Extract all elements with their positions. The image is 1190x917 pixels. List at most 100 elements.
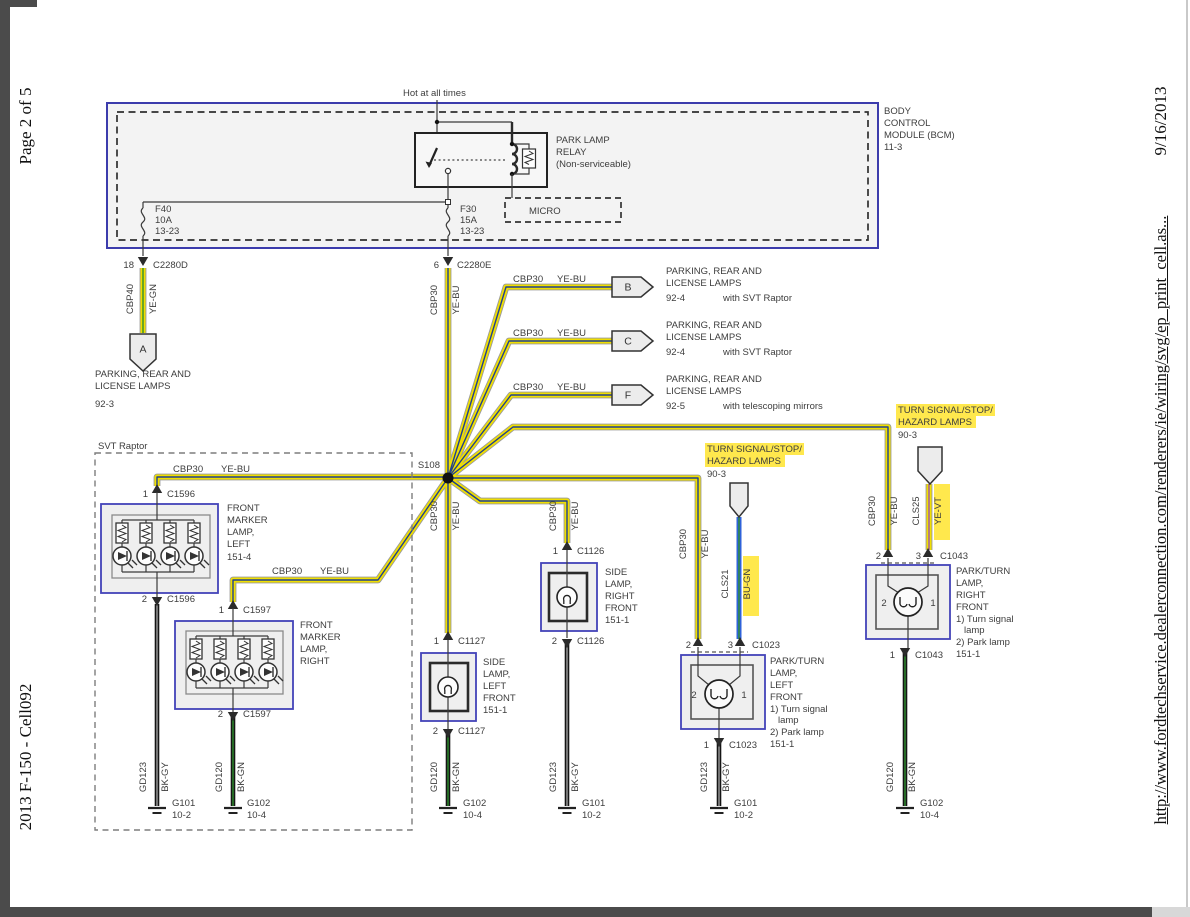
svg-text:FRONT: FRONT xyxy=(227,503,260,514)
svg-text:CBP30: CBP30 xyxy=(678,529,689,559)
svg-text:10-2: 10-2 xyxy=(734,810,753,821)
svg-text:CBP30: CBP30 xyxy=(513,328,543,339)
svg-text:90-3: 90-3 xyxy=(707,469,726,480)
svg-text:GD123: GD123 xyxy=(548,762,559,792)
svg-text:C1126: C1126 xyxy=(577,636,604,647)
svg-text:1: 1 xyxy=(704,740,709,751)
svg-text:GD123: GD123 xyxy=(138,762,149,792)
svg-text:10A: 10A xyxy=(155,215,173,226)
svg-text:10-4: 10-4 xyxy=(920,810,939,821)
svg-text:YE-BU: YE-BU xyxy=(557,274,586,285)
svg-text:SIDE: SIDE xyxy=(605,567,627,578)
wire-label-cls21: CLS21 xyxy=(720,569,731,598)
svg-text:C1597: C1597 xyxy=(243,605,271,616)
svg-text:151-4: 151-4 xyxy=(227,552,251,563)
print-preview-page: Page 2 of 5 2013 F-150 - Cell092 9/16/20… xyxy=(0,0,1190,917)
park-turn-lamp-right-front: 2 3 C1043 2 1 1 C1043 PARK/TURN LAMP, RI… xyxy=(866,548,1014,661)
svg-text:90-3: 90-3 xyxy=(898,430,917,441)
svg-text:2) Park lamp: 2) Park lamp xyxy=(956,637,1010,648)
svg-text:LAMP,: LAMP, xyxy=(605,579,632,590)
svg-text:BK-GN: BK-GN xyxy=(907,762,918,792)
svg-text:CBP30: CBP30 xyxy=(173,464,203,475)
svg-text:HAZARD LAMPS: HAZARD LAMPS xyxy=(707,456,781,467)
svg-text:HAZARD LAMPS: HAZARD LAMPS xyxy=(898,417,972,428)
svg-text:6: 6 xyxy=(434,260,439,271)
svg-text:LICENSE LAMPS: LICENSE LAMPS xyxy=(666,278,742,289)
svg-text:1: 1 xyxy=(434,636,439,647)
svg-text:GD120: GD120 xyxy=(429,762,440,792)
svg-text:FRONT: FRONT xyxy=(770,692,803,703)
svg-text:A: A xyxy=(139,344,146,356)
svg-text:RELAY: RELAY xyxy=(556,147,587,158)
svg-text:YE-BU: YE-BU xyxy=(700,529,711,558)
svg-text:C1127: C1127 xyxy=(458,726,485,737)
svg-text:2: 2 xyxy=(686,640,691,651)
svg-text:2: 2 xyxy=(218,709,223,720)
svg-text:2: 2 xyxy=(691,690,696,701)
svg-text:2: 2 xyxy=(433,726,438,737)
svg-text:YE-BU: YE-BU xyxy=(557,328,586,339)
wire-label-ye-gn: YE-GN xyxy=(148,284,159,314)
front-marker-lamp-left: 1 C1596 2 C1596 FRONT MARKER LAMP, LEFT … xyxy=(101,484,268,606)
svg-text:15A: 15A xyxy=(460,215,478,226)
svg-text:MARKER: MARKER xyxy=(227,515,268,526)
svg-text:CBP30: CBP30 xyxy=(513,382,543,393)
svg-text:C1023: C1023 xyxy=(729,740,757,751)
svg-text:GD120: GD120 xyxy=(214,762,225,792)
svg-text:C1596: C1596 xyxy=(167,594,195,605)
svg-text:PARKING, REAR AND: PARKING, REAR AND xyxy=(95,369,191,380)
svg-text:92-4: 92-4 xyxy=(666,347,685,358)
svg-text:with SVT Raptor: with SVT Raptor xyxy=(722,347,792,358)
svg-text:1: 1 xyxy=(890,650,895,661)
svg-text:151-1: 151-1 xyxy=(956,649,980,660)
front-marker-lamp-right: 1 C1597 2 C1597 FRONT MARKER LAMP, RIGHT xyxy=(175,600,341,721)
svg-text:2: 2 xyxy=(552,636,557,647)
svg-text:YE-BU: YE-BU xyxy=(570,501,581,530)
svg-text:10-2: 10-2 xyxy=(172,810,191,821)
svg-text:C: C xyxy=(624,336,632,348)
svg-text:lamp: lamp xyxy=(964,625,985,636)
svg-text:3: 3 xyxy=(728,640,733,651)
svg-text:1) Turn signal: 1) Turn signal xyxy=(770,704,828,715)
svg-text:151-1: 151-1 xyxy=(483,705,507,716)
svg-text:TURN SIGNAL/STOP/: TURN SIGNAL/STOP/ xyxy=(898,405,993,416)
svg-text:G102: G102 xyxy=(463,798,486,809)
svg-text:FRONT: FRONT xyxy=(605,603,638,614)
svg-text:GD123: GD123 xyxy=(699,762,710,792)
svg-text:G101: G101 xyxy=(734,798,757,809)
svg-text:2) Park lamp: 2) Park lamp xyxy=(770,727,824,738)
svg-text:PARK/TURN: PARK/TURN xyxy=(770,656,824,667)
svg-text:1: 1 xyxy=(143,489,148,500)
svg-text:2: 2 xyxy=(881,598,886,609)
svg-text:with telescoping mirrors: with telescoping mirrors xyxy=(722,401,823,412)
svg-text:C2280E: C2280E xyxy=(457,260,491,271)
svg-text:YE-BU: YE-BU xyxy=(451,501,462,530)
side-lamp-right-front: 1 C1126 2 C1126 SIDE LAMP, RIGHT FRONT 1… xyxy=(541,541,638,648)
offpage-connector-a: A PARKING, REAR AND LICENSE LAMPS 92-3 xyxy=(95,334,191,410)
svg-text:GD120: GD120 xyxy=(885,762,896,792)
svg-text:LAMP,: LAMP, xyxy=(770,668,797,679)
svg-text:92-3: 92-3 xyxy=(95,399,114,410)
svg-text:151-1: 151-1 xyxy=(605,615,629,626)
wire-label-ye-bu: YE-BU xyxy=(451,285,462,314)
svg-text:RIGHT: RIGHT xyxy=(300,656,330,667)
svg-text:C1597: C1597 xyxy=(243,709,271,720)
svg-text:C1023: C1023 xyxy=(752,640,780,651)
svg-text:1: 1 xyxy=(553,546,558,557)
svg-text:PARKING, REAR AND: PARKING, REAR AND xyxy=(666,320,762,331)
svg-text:BODY: BODY xyxy=(884,106,912,117)
svg-text:LICENSE LAMPS: LICENSE LAMPS xyxy=(95,381,171,392)
hot-at-all-times-label: Hot at all times xyxy=(403,88,466,99)
svg-text:MICRO: MICRO xyxy=(529,206,561,217)
splice-s108-label: S108 xyxy=(418,460,440,471)
svg-text:LAMP,: LAMP, xyxy=(483,669,510,680)
svg-text:BK-GN: BK-GN xyxy=(451,762,462,792)
svg-text:PARK/TURN: PARK/TURN xyxy=(956,566,1010,577)
connector-c2280e: 6 C2280E xyxy=(434,257,492,271)
splice-s108 xyxy=(443,473,454,484)
svg-text:LAMP,: LAMP, xyxy=(956,578,983,589)
svg-text:LAMP,: LAMP, xyxy=(300,644,327,655)
svg-text:TURN SIGNAL/STOP/: TURN SIGNAL/STOP/ xyxy=(707,444,802,455)
bcm-title: BODY CONTROL MODULE (BCM) 11-3 xyxy=(884,106,955,153)
svg-text:FRONT: FRONT xyxy=(300,620,333,631)
